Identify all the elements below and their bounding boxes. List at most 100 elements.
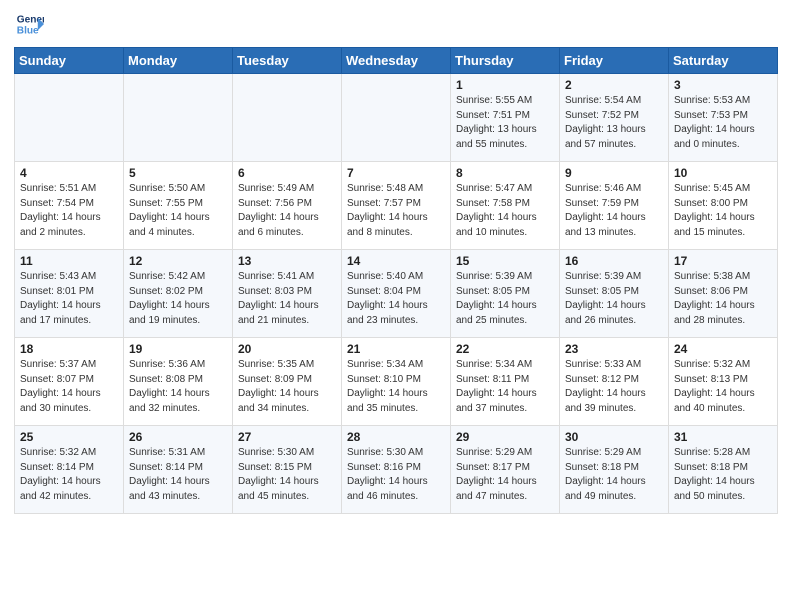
day-number: 24 [674,342,772,356]
day-number: 28 [347,430,445,444]
calendar-week-5: 25 Sunrise: 5:32 AM Sunset: 8:14 PM Dayli… [15,426,778,514]
day-number: 3 [674,78,772,92]
calendar-cell: 12Sunrise: 5:42 AM Sunset: 8:02 PM Dayli… [124,250,233,338]
day-number: 4 [20,166,118,180]
day-info: Sunrise: 5:32 AM Sunset: 8:14 PM Dayligh… [20,446,118,504]
calendar-cell: 23Sunrise: 5:33 AM Sunset: 8:12 PM Dayli… [560,338,669,426]
calendar-cell: 8 Sunrise: 5:47 AM Sunset: 7:58 PM Daylig… [451,162,560,250]
calendar-cell: 15 Sunrise: 5:39 AM Sunset: 8:05 PM Dayli… [451,250,560,338]
day-info: Sunrise: 5:51 AM Sunset: 7:54 PM Dayligh… [20,182,118,240]
day-info: Sunrise: 5:29 AM Sunset: 8:17 PM Dayligh… [456,446,554,504]
calendar-cell: 11 Sunrise: 5:43 AM Sunset: 8:01 PM Dayli… [15,250,124,338]
day-info: Sunrise: 5:42 AM Sunset: 8:02 PM Dayligh… [129,270,227,328]
day-info: Sunrise: 5:39 AM Sunset: 8:05 PM Dayligh… [456,270,554,328]
day-info: Sunrise: 5:49 AM Sunset: 7:56 PM Dayligh… [238,182,336,240]
day-number: 22 [456,342,554,356]
calendar-cell: 3 Sunrise: 5:53 AM Sunset: 7:53 PM Daylig… [669,74,778,162]
calendar-cell: 19 Sunrise: 5:36 AM Sunset: 8:08 PM Dayli… [124,338,233,426]
day-number: 15 [456,254,554,268]
day-info: Sunrise: 5:45 AM Sunset: 8:00 PM Dayligh… [674,182,772,240]
day-info: Sunrise: 5:33 AM Sunset: 8:12 PM Dayligh… [565,358,663,416]
day-number: 8 [456,166,554,180]
weekday-header-wednesday: Wednesday [342,48,451,74]
calendar-cell: 17Sunrise: 5:38 AM Sunset: 8:06 PM Dayli… [669,250,778,338]
day-number: 19 [129,342,227,356]
day-info: Sunrise: 5:34 AM Sunset: 8:11 PM Dayligh… [456,358,554,416]
day-number: 16 [565,254,663,268]
day-info: Sunrise: 5:41 AM Sunset: 8:03 PM Dayligh… [238,270,336,328]
logo: General Blue [14,10,44,43]
calendar-cell: 2 Sunrise: 5:54 AM Sunset: 7:52 PM Daylig… [560,74,669,162]
day-info: Sunrise: 5:36 AM Sunset: 8:08 PM Dayligh… [129,358,227,416]
calendar-cell: 31 Sunrise: 5:28 AM Sunset: 8:18 PM Dayli… [669,426,778,514]
calendar-cell: 4 Sunrise: 5:51 AM Sunset: 7:54 PM Daylig… [15,162,124,250]
calendar-week-3: 11 Sunrise: 5:43 AM Sunset: 8:01 PM Dayli… [15,250,778,338]
calendar-cell: 25 Sunrise: 5:32 AM Sunset: 8:14 PM Dayli… [15,426,124,514]
day-info: Sunrise: 5:46 AM Sunset: 7:59 PM Dayligh… [565,182,663,240]
day-number: 14 [347,254,445,268]
day-number: 18 [20,342,118,356]
day-info: Sunrise: 5:43 AM Sunset: 8:01 PM Dayligh… [20,270,118,328]
day-info: Sunrise: 5:31 AM Sunset: 8:14 PM Dayligh… [129,446,227,504]
calendar-cell: 18 Sunrise: 5:37 AM Sunset: 8:07 PM Dayli… [15,338,124,426]
calendar-cell: 22 Sunrise: 5:34 AM Sunset: 8:11 PM Dayli… [451,338,560,426]
day-number: 10 [674,166,772,180]
day-info: Sunrise: 5:32 AM Sunset: 8:13 PM Dayligh… [674,358,772,416]
calendar-cell: 5 Sunrise: 5:50 AM Sunset: 7:55 PM Daylig… [124,162,233,250]
day-info: Sunrise: 5:47 AM Sunset: 7:58 PM Dayligh… [456,182,554,240]
day-number: 17 [674,254,772,268]
calendar-cell [124,74,233,162]
calendar-table: SundayMondayTuesdayWednesdayThursdayFrid… [14,47,778,514]
day-info: Sunrise: 5:30 AM Sunset: 8:15 PM Dayligh… [238,446,336,504]
calendar-week-2: 4 Sunrise: 5:51 AM Sunset: 7:54 PM Daylig… [15,162,778,250]
day-number: 25 [20,430,118,444]
calendar-cell: 30Sunrise: 5:29 AM Sunset: 8:18 PM Dayli… [560,426,669,514]
calendar-week-1: 1Sunrise: 5:55 AM Sunset: 7:51 PM Daylig… [15,74,778,162]
day-number: 11 [20,254,118,268]
day-info: Sunrise: 5:28 AM Sunset: 8:18 PM Dayligh… [674,446,772,504]
day-number: 29 [456,430,554,444]
day-number: 6 [238,166,336,180]
day-number: 13 [238,254,336,268]
day-number: 31 [674,430,772,444]
weekday-header-monday: Monday [124,48,233,74]
weekday-header-sunday: Sunday [15,48,124,74]
page-container: General Blue SundayMondayTuesdayWednesda… [0,0,792,524]
calendar-cell: 1Sunrise: 5:55 AM Sunset: 7:51 PM Daylig… [451,74,560,162]
day-number: 7 [347,166,445,180]
day-number: 21 [347,342,445,356]
calendar-cell: 27 Sunrise: 5:30 AM Sunset: 8:15 PM Dayli… [233,426,342,514]
day-info: Sunrise: 5:39 AM Sunset: 8:05 PM Dayligh… [565,270,663,328]
day-number: 2 [565,78,663,92]
calendar-cell: 29 Sunrise: 5:29 AM Sunset: 8:17 PM Dayli… [451,426,560,514]
day-info: Sunrise: 5:37 AM Sunset: 8:07 PM Dayligh… [20,358,118,416]
calendar-week-4: 18 Sunrise: 5:37 AM Sunset: 8:07 PM Dayli… [15,338,778,426]
day-number: 30 [565,430,663,444]
calendar-cell: 26 Sunrise: 5:31 AM Sunset: 8:14 PM Dayli… [124,426,233,514]
day-number: 1 [456,78,554,92]
day-number: 26 [129,430,227,444]
calendar-cell [15,74,124,162]
calendar-cell: 9 Sunrise: 5:46 AM Sunset: 7:59 PM Daylig… [560,162,669,250]
svg-text:Blue: Blue [17,25,39,36]
day-info: Sunrise: 5:50 AM Sunset: 7:55 PM Dayligh… [129,182,227,240]
day-number: 9 [565,166,663,180]
calendar-cell: 7 Sunrise: 5:48 AM Sunset: 7:57 PM Daylig… [342,162,451,250]
day-number: 27 [238,430,336,444]
day-number: 5 [129,166,227,180]
day-info: Sunrise: 5:48 AM Sunset: 7:57 PM Dayligh… [347,182,445,240]
day-number: 20 [238,342,336,356]
day-info: Sunrise: 5:40 AM Sunset: 8:04 PM Dayligh… [347,270,445,328]
day-info: Sunrise: 5:34 AM Sunset: 8:10 PM Dayligh… [347,358,445,416]
day-info: Sunrise: 5:54 AM Sunset: 7:52 PM Dayligh… [565,94,663,152]
calendar-cell: 28Sunrise: 5:30 AM Sunset: 8:16 PM Dayli… [342,426,451,514]
day-info: Sunrise: 5:53 AM Sunset: 7:53 PM Dayligh… [674,94,772,152]
calendar-cell: 20Sunrise: 5:35 AM Sunset: 8:09 PM Dayli… [233,338,342,426]
calendar-cell: 14 Sunrise: 5:40 AM Sunset: 8:04 PM Dayli… [342,250,451,338]
calendar-cell: 24 Sunrise: 5:32 AM Sunset: 8:13 PM Dayli… [669,338,778,426]
calendar-cell: 21 Sunrise: 5:34 AM Sunset: 8:10 PM Dayli… [342,338,451,426]
weekday-header-saturday: Saturday [669,48,778,74]
weekday-header-row: SundayMondayTuesdayWednesdayThursdayFrid… [15,48,778,74]
weekday-header-friday: Friday [560,48,669,74]
header: General Blue [14,10,778,43]
